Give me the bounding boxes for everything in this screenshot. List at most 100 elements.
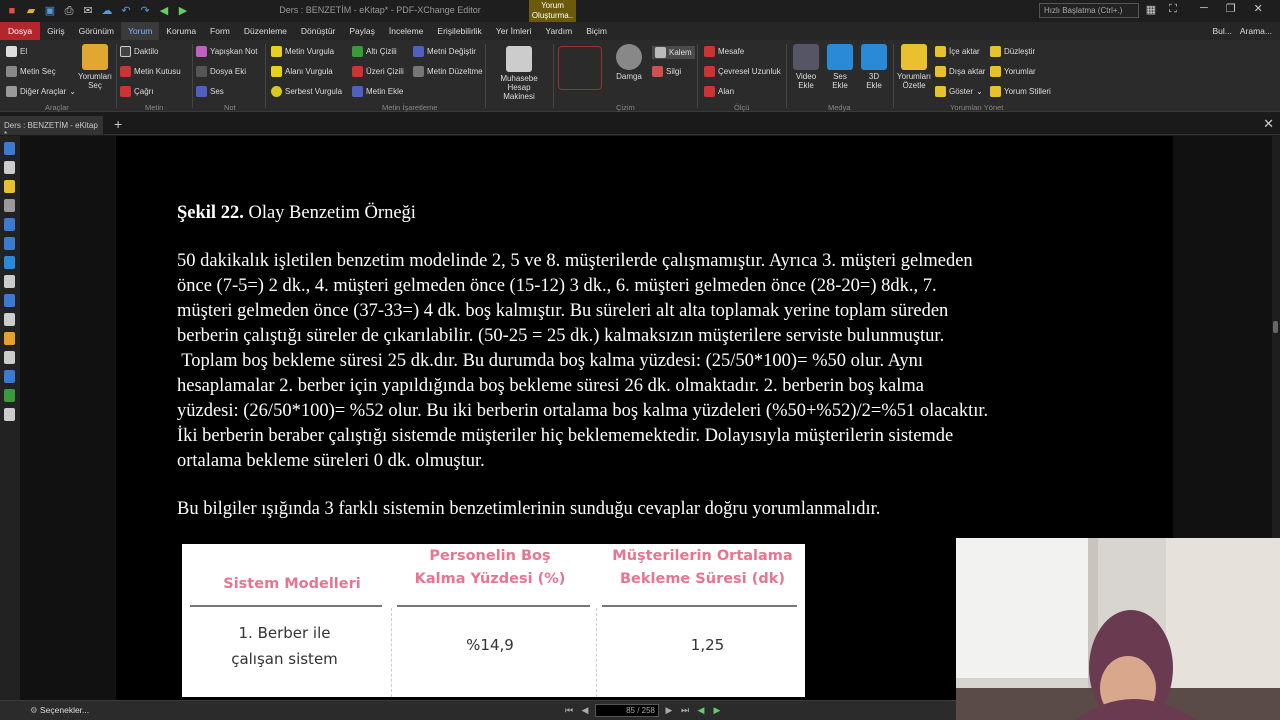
- next-view-icon[interactable]: ▶: [711, 705, 723, 716]
- menu-bicim[interactable]: Biçim: [579, 22, 614, 40]
- menu-gorunum[interactable]: Görünüm: [72, 22, 121, 40]
- context-tab-comment-create[interactable]: Yorum Oluşturma..: [529, 0, 576, 22]
- prev-view-icon[interactable]: ◀: [695, 705, 707, 716]
- accessibility-icon[interactable]: [4, 389, 15, 402]
- select-comments-button[interactable]: Yorumları Seç: [78, 44, 112, 90]
- replace-text-tool[interactable]: Metni Değiştir: [413, 46, 476, 57]
- strikeout-tool[interactable]: Üzeri Çizili: [352, 66, 404, 77]
- pages-icon[interactable]: [4, 161, 15, 174]
- next-page-icon[interactable]: ▶: [663, 705, 675, 716]
- first-page-icon[interactable]: ⏮: [563, 705, 575, 716]
- video-icon: [793, 44, 819, 70]
- pen-icon: [655, 47, 666, 58]
- scrollbar-thumb[interactable]: [1273, 321, 1278, 333]
- text-box-tool[interactable]: Metin Kutusu: [120, 66, 181, 77]
- menu-koruma[interactable]: Koruma: [159, 22, 203, 40]
- webcam-overlay: [956, 538, 1280, 720]
- shape-tools-grid[interactable]: [558, 46, 608, 96]
- text-correction-tool[interactable]: Metin Düzeltme: [413, 66, 483, 77]
- comment-styles-button[interactable]: Yorum Stilleri: [990, 86, 1051, 97]
- paragraph-line: Toplam boş bekleme süresi 25 dk.dır. Bu …: [177, 351, 923, 371]
- menu-yardim[interactable]: Yardım: [538, 22, 579, 40]
- summarize-icon: [901, 44, 927, 70]
- select-text-tool[interactable]: Metin Seç: [6, 66, 56, 77]
- menu-yer-imleri[interactable]: Yer İmleri: [489, 22, 539, 40]
- stamp-button[interactable]: Damga: [612, 44, 646, 81]
- restore-button[interactable]: ❐: [1226, 2, 1236, 15]
- eraser-tool[interactable]: Silgi: [652, 66, 681, 77]
- comments-pane-icon[interactable]: [4, 180, 15, 193]
- menu-paylas[interactable]: Paylaş: [342, 22, 382, 40]
- last-page-icon[interactable]: ⏭: [679, 705, 691, 716]
- show-comments-dropdown[interactable]: Göster ⌄: [935, 86, 983, 97]
- highlight-text-tool[interactable]: Metin Vurgula: [271, 46, 334, 57]
- menu-donustur[interactable]: Dönüştür: [294, 22, 343, 40]
- paragraph-line: berberin çalıştığı süreler de çıkarılabi…: [177, 326, 945, 346]
- menu-form[interactable]: Form: [203, 22, 237, 40]
- prev-page-icon[interactable]: ◀: [579, 705, 591, 716]
- history-icon[interactable]: [4, 408, 15, 421]
- page-number-field[interactable]: 85 / 258: [595, 704, 659, 717]
- freehand-highlight-tool[interactable]: Serbest Vurgula: [271, 86, 342, 97]
- menu-dosya[interactable]: Dosya: [0, 22, 41, 40]
- other-tools-dropdown[interactable]: Diğer Araçlar ⌄: [6, 86, 76, 97]
- import-comments-button[interactable]: İçe aktar: [935, 46, 980, 57]
- signatures-icon[interactable]: [4, 237, 15, 250]
- sound-tool[interactable]: Ses: [196, 86, 224, 97]
- content-icon[interactable]: [4, 370, 15, 383]
- summarize-comments-button[interactable]: Yorumları Özetle: [896, 44, 932, 90]
- find-button[interactable]: Bul...: [1213, 22, 1232, 40]
- layout-icon[interactable]: ▦: [1143, 3, 1159, 16]
- tags-icon[interactable]: [4, 351, 15, 364]
- properties-icon[interactable]: [4, 275, 15, 288]
- distance-tool[interactable]: Mesafe: [704, 46, 744, 57]
- calculator-button[interactable]: Muhasebe Hesap Makinesi: [488, 46, 550, 101]
- figure-caption: Olay Benzetim Örneği: [243, 203, 416, 223]
- minimize-button[interactable]: ─: [1200, 2, 1208, 15]
- column-divider: [596, 608, 597, 697]
- flatten-button[interactable]: Düzleştir: [990, 46, 1035, 57]
- hand-tool[interactable]: El: [6, 46, 27, 57]
- paragraph-line: önce (7-5=) 2 dk., 4. müşteri gelmeden ö…: [177, 276, 937, 296]
- typewriter-tool[interactable]: Daktilo: [120, 46, 158, 57]
- comments-pane-button[interactable]: Yorumlar: [990, 66, 1036, 77]
- divider: [697, 44, 698, 108]
- menu-inceleme[interactable]: İnceleme: [382, 22, 431, 40]
- menu-erisilebilirlik[interactable]: Erişilebilirlik: [430, 22, 488, 40]
- search-button[interactable]: Arama...: [1240, 22, 1272, 40]
- add-3d-button[interactable]: 3D Ekle: [858, 44, 890, 90]
- perimeter-tool[interactable]: Çevresel Uzunluk: [704, 66, 781, 77]
- area-tool[interactable]: Alan: [704, 86, 734, 97]
- comments-icon: [990, 66, 1001, 77]
- sticky-note-tool[interactable]: Yapışkan Not: [196, 46, 257, 57]
- search-pane-icon[interactable]: [4, 294, 15, 307]
- menu-yorum[interactable]: Yorum: [121, 22, 160, 40]
- underline-tool[interactable]: Altı Çizili: [352, 46, 397, 57]
- layers-icon[interactable]: [4, 218, 15, 231]
- insert-text-tool[interactable]: Metin Ekle: [352, 86, 403, 97]
- quick-launch-search[interactable]: Hızlı Başlatma (Ctrl+.): [1039, 3, 1139, 18]
- attachments-icon[interactable]: [4, 199, 15, 212]
- callout-tool[interactable]: Çağrı: [120, 86, 154, 97]
- add-video-button[interactable]: Video Ekle: [790, 44, 822, 90]
- add-sound-button[interactable]: Ses Ekle: [824, 44, 856, 90]
- structure-icon[interactable]: [4, 313, 15, 326]
- export-comments-button[interactable]: Dışa aktar: [935, 66, 985, 77]
- destinations-icon[interactable]: [4, 256, 15, 269]
- close-window-button[interactable]: ✕: [1254, 2, 1263, 15]
- file-attachment-tool[interactable]: Dosya Eki: [196, 66, 246, 77]
- options-button[interactable]: ⚙ Seçenekler...: [30, 705, 89, 716]
- fullscreen-icon[interactable]: ⛶: [1165, 3, 1181, 16]
- highlight-area-tool[interactable]: Alanı Vurgula: [271, 66, 333, 77]
- stamp-icon: [616, 44, 642, 70]
- document-tab[interactable]: Ders : BENZETİM - eKitap *: [0, 116, 103, 139]
- eraser-icon: [652, 66, 663, 77]
- bookmarks-icon[interactable]: [4, 142, 15, 155]
- menu-duzenleme[interactable]: Düzenleme: [237, 22, 294, 40]
- new-tab-icon[interactable]: +: [114, 116, 122, 132]
- menu-giris[interactable]: Giriş: [40, 22, 71, 40]
- paragraph-line: yüzdesi: (26/50*100)= %52 olur. Bu iki b…: [177, 401, 989, 421]
- pen-tool[interactable]: Kalem: [652, 46, 695, 59]
- links-icon[interactable]: [4, 332, 15, 345]
- close-tab-icon[interactable]: ✕: [1263, 116, 1274, 132]
